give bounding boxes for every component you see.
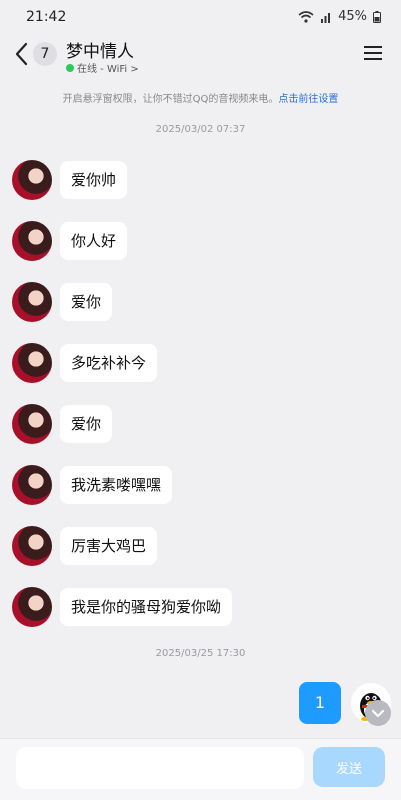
notice-settings-link[interactable]: 点击前往设置 [278,94,338,105]
message-row: 你人好 [12,219,128,263]
contact-avatar[interactable] [12,404,52,444]
send-button[interactable]: 发送 [313,747,385,787]
floating-window-notice: 开启悬浮窗权限，让你不错过QQ的音视频来电。点击前往设置 [0,90,401,105]
message-bubble[interactable]: 我洗素喽嘿嘿 [60,466,173,504]
signal-icon [321,12,331,23]
online-status-icon [66,63,74,72]
battery-icon [373,10,381,23]
my-message-bubble[interactable]: 1 [299,682,341,724]
message-row: 我是你的骚母狗爱你呦 [12,585,233,629]
chat-screen: 21:42 45% 7 梦中情人 在线 - WiFi > 开启悬浮窗权限，让你不… [0,0,401,800]
message-bubble[interactable]: 我是你的骚母狗爱你呦 [60,588,233,626]
status-indicators: 45% [298,9,381,24]
unread-count-badge[interactable]: 7 [33,42,57,66]
message-bubble[interactable]: 爱你帅 [60,161,128,199]
message-row: 爱你 [12,402,113,446]
message-bubble[interactable]: 爱你 [60,405,113,443]
notice-text: 开启悬浮窗权限，让你不错过QQ的音视频来电。 [62,94,279,105]
message-input-bar: 发送 [0,738,401,800]
message-bubble[interactable]: 你人好 [60,222,128,260]
battery-percent: 45% [338,9,367,24]
chat-header: 7 梦中情人 在线 - WiFi > [0,34,401,78]
message-bubble[interactable]: 多吃补补今 [60,344,158,382]
message-row: 我洗素喽嘿嘿 [12,463,173,507]
contact-status[interactable]: 在线 - WiFi > [66,60,139,75]
wifi-icon [298,10,314,23]
message-row: 多吃补补今 [12,341,158,385]
contact-avatar[interactable] [12,221,52,261]
message-timestamp: 2025/03/25 17:30 [155,648,246,659]
chevron-down-icon [371,709,385,718]
message-row: 厉害大鸡巴 [12,524,158,568]
contact-avatar[interactable] [12,282,52,322]
message-input[interactable] [16,747,304,789]
contact-name[interactable]: 梦中情人 [66,37,134,62]
status-time: 21:42 [26,9,67,25]
message-row: 爱你帅 [12,158,128,202]
contact-status-text: 在线 - WiFi > [77,64,139,75]
message-row: 爱你 [12,280,113,324]
contact-avatar[interactable] [12,587,52,627]
status-bar: 21:42 45% [0,0,401,34]
contact-avatar[interactable] [12,160,52,200]
contact-avatar[interactable] [12,465,52,505]
hamburger-menu-icon[interactable] [363,44,383,62]
contact-avatar[interactable] [12,526,52,566]
message-timestamp: 2025/03/02 07:37 [155,124,246,135]
contact-avatar[interactable] [12,343,52,383]
chevron-left-icon[interactable] [12,40,32,68]
scroll-to-bottom-button[interactable] [365,700,391,726]
message-bubble[interactable]: 爱你 [60,283,113,321]
message-bubble[interactable]: 厉害大鸡巴 [60,527,158,565]
